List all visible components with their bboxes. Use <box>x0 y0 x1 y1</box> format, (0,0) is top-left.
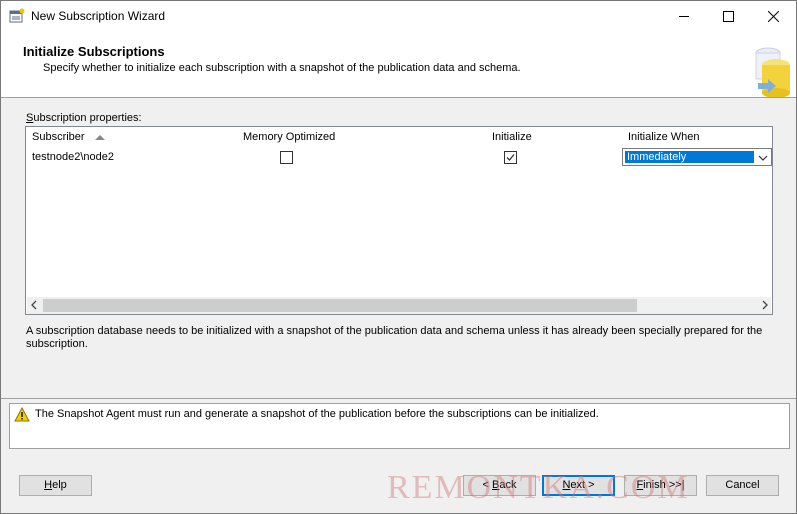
warning-icon <box>14 406 30 425</box>
memory-optimized-checkbox[interactable] <box>280 151 293 164</box>
database-sync-icon <box>746 39 794 98</box>
initialize-when-value: Immediately <box>625 151 754 163</box>
subscription-grid[interactable]: Subscriber Memory Optimized Initialize I… <box>25 126 773 315</box>
subscriber-cell: testnode2\node2 <box>32 151 114 163</box>
initialize-when-dropdown[interactable]: Immediately <box>622 148 772 166</box>
initialize-checkbox[interactable] <box>504 151 517 164</box>
cancel-button[interactable]: Cancel <box>706 475 779 496</box>
scroll-right-icon[interactable] <box>760 300 770 310</box>
column-header-memory-optimized[interactable]: Memory Optimized <box>243 131 335 143</box>
close-icon[interactable] <box>751 1 796 31</box>
scroll-left-icon[interactable] <box>30 300 40 310</box>
mnemonic: H <box>44 479 53 491</box>
message-text: The Snapshot Agent must run and generate… <box>35 408 599 420</box>
scrollbar-thumb[interactable] <box>43 299 637 312</box>
initialization-description: A subscription database needs to be init… <box>26 325 763 350</box>
sort-ascending-icon <box>94 134 105 140</box>
wizard-header: Initialize Subscriptions Specify whether… <box>1 31 796 98</box>
column-header-label: Subscriber <box>32 131 85 143</box>
window-title: New Subscription Wizard <box>31 9 166 23</box>
chevron-down-icon[interactable] <box>758 153 768 165</box>
wizard-app-icon <box>9 8 25 24</box>
column-header-subscriber[interactable]: Subscriber <box>32 131 105 143</box>
label-rest: ubscription properties: <box>33 112 142 124</box>
horizontal-scrollbar[interactable] <box>27 297 771 314</box>
button-label: elp <box>52 479 67 491</box>
page-title: Initialize Subscriptions <box>23 44 165 59</box>
page-subtitle: Specify whether to initialize each subsc… <box>43 62 521 74</box>
subscription-properties-label: Subscription properties: <box>26 112 142 124</box>
help-button[interactable]: Help <box>19 475 92 496</box>
column-header-initialize-when[interactable]: Initialize When <box>628 131 700 143</box>
minimize-icon[interactable] <box>661 1 706 31</box>
divider <box>1 398 796 399</box>
column-header-initialize[interactable]: Initialize <box>492 131 532 143</box>
watermark-text: REMONTKA.COM <box>387 469 690 506</box>
title-bar[interactable]: New Subscription Wizard <box>1 1 796 31</box>
wizard-window: New Subscription Wizard Initialize Subsc… <box>0 0 797 514</box>
message-panel: The Snapshot Agent must run and generate… <box>9 403 790 449</box>
checkmark-icon <box>506 154 515 161</box>
maximize-icon[interactable] <box>706 1 751 31</box>
